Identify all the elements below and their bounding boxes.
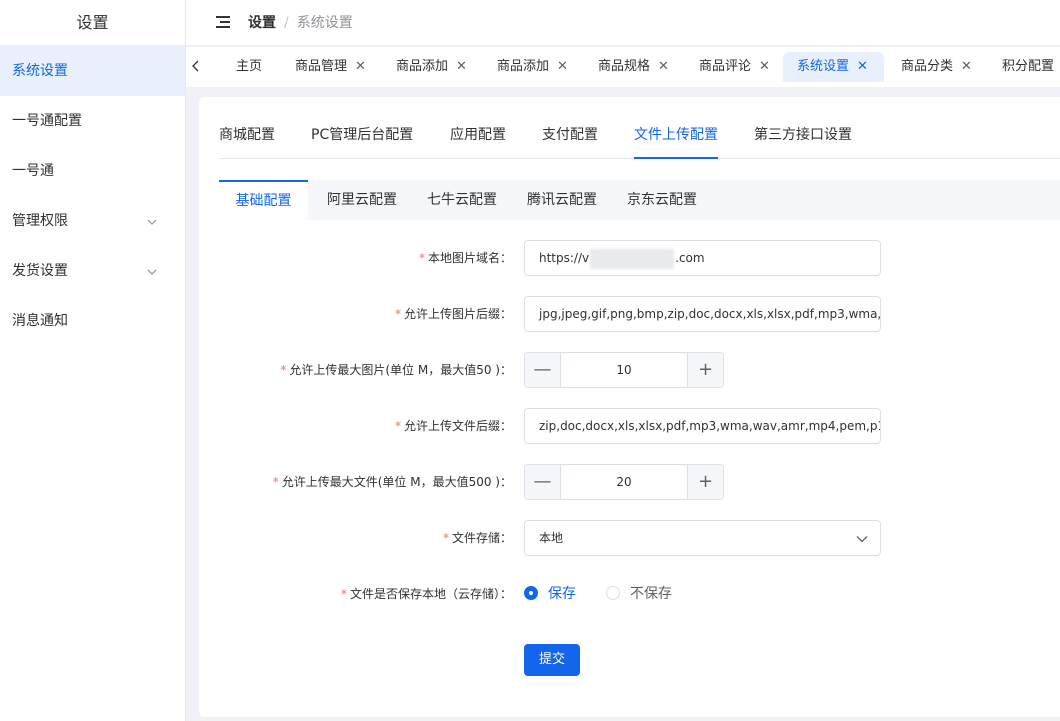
tab-third-party-api[interactable]: 第三方接口设置	[754, 115, 852, 159]
tab-mall-config[interactable]: 商城配置	[219, 115, 275, 159]
form-row-max-image: * 允许上传最大图片(单位 M，最大值50 )： — 10 +	[199, 352, 1060, 388]
tab-points-config[interactable]: 积分配置✕	[988, 52, 1060, 82]
tab-label: 商品评论	[699, 59, 752, 74]
close-icon[interactable]: ✕	[961, 59, 972, 74]
file-ext-input[interactable]: zip,doc,docx,xls,xlsx,pdf,mp3,wma,wav,am…	[524, 408, 881, 444]
radio-save-label: 保存	[548, 586, 576, 602]
close-icon[interactable]: ✕	[557, 59, 568, 74]
form-row-save-local: * 文件是否保存本地（云存储）： 保存 不保存	[199, 576, 1060, 612]
tab-home[interactable]: 主页	[222, 52, 276, 82]
image-ext-label: * 允许上传图片后缀：	[394, 307, 512, 321]
tab-label: 商品添加	[396, 59, 449, 74]
increment-button[interactable]: +	[687, 465, 723, 499]
form-row-local-domain: * 本地图片域名： https://v .com	[199, 240, 1060, 276]
radio-checked-icon	[524, 586, 538, 600]
tab-label: 商品分类	[901, 59, 954, 74]
tab-system-settings[interactable]: 系统设置 ✕	[783, 52, 884, 82]
sidebar-item-label: 消息通知	[12, 313, 68, 329]
local-domain-label: * 本地图片域名：	[418, 251, 512, 265]
max-file-label: * 允许上传最大文件(单位 M，最大值500 )：	[272, 475, 512, 489]
file-ext-label: * 允许上传文件后缀：	[394, 419, 512, 433]
content-card: 商城配置 PC管理后台配置 应用配置 支付配置 文件上传配置 第三方接口设置 基…	[199, 97, 1060, 717]
sidebar-item-yihaotong[interactable]: 一号通	[0, 146, 185, 196]
tab-label: 商品添加	[497, 59, 550, 74]
sidebar: 设置 系统设置 一号通配置 一号通 管理权限 发货设置 消息通知	[0, 0, 186, 721]
tab-product-add[interactable]: 商品添加 ✕	[382, 52, 481, 82]
sidebar-item-label: 管理权限	[12, 213, 68, 229]
sidebar-title: 设置	[0, 0, 185, 46]
storage-label: * 文件存储：	[442, 531, 512, 545]
tab-app-config[interactable]: 应用配置	[450, 115, 506, 159]
max-image-value[interactable]: 10	[561, 353, 687, 387]
tab-label: 商品规格	[598, 59, 651, 74]
tab-product-management[interactable]: 商品管理 ✕	[281, 52, 380, 82]
submit-button[interactable]: 提交	[524, 644, 580, 676]
radio-save[interactable]: 保存	[524, 576, 576, 612]
tab-product-reviews[interactable]: 商品评论 ✕	[685, 52, 784, 82]
form-row-file-ext: * 允许上传文件后缀： zip,doc,docx,xls,xlsx,pdf,mp3…	[199, 408, 1060, 444]
save-local-label: * 文件是否保存本地（云存储）：	[340, 587, 512, 601]
sidebar-item-label: 一号通配置	[12, 113, 82, 129]
tab-file-upload-config[interactable]: 文件上传配置	[634, 115, 718, 159]
radio-not-save[interactable]: 不保存	[606, 576, 672, 612]
tabs-bar: 主页 商品管理 ✕ 商品添加 ✕ 商品添加 ✕ 商品规格 ✕ 商品评论 ✕ 系统设置 ✕ 商…	[186, 47, 1060, 87]
sidebar-item-label: 一号通	[12, 163, 54, 179]
sidebar-item-notifications[interactable]: 消息通知	[0, 296, 185, 346]
breadcrumb-current: 系统设置	[296, 15, 353, 31]
max-image-stepper: — 10 +	[524, 352, 724, 388]
max-file-stepper: — 20 +	[524, 464, 724, 500]
form-row-storage: * 文件存储： 本地	[199, 520, 1060, 556]
close-icon[interactable]: ✕	[658, 59, 669, 74]
tab-label: 系统设置	[797, 59, 850, 74]
decrement-button[interactable]: —	[525, 353, 561, 387]
chevron-down-icon	[147, 196, 157, 246]
sidebar-item-permissions[interactable]: 管理权限	[0, 196, 185, 246]
tab-jd-config[interactable]: 京东云配置	[627, 180, 697, 220]
breadcrumb-separator: /	[284, 15, 289, 31]
radio-unchecked-icon	[606, 586, 620, 600]
tab-label: 商品管理	[295, 59, 348, 74]
close-icon[interactable]: ✕	[355, 59, 366, 74]
sidebar-item-label: 发货设置	[12, 263, 68, 279]
close-icon[interactable]: ✕	[456, 59, 467, 74]
chevron-down-icon	[856, 521, 868, 555]
sidebar-item-label: 系统设置	[12, 63, 68, 79]
decrement-button[interactable]: —	[525, 465, 561, 499]
image-ext-input[interactable]: jpg,jpeg,gif,png,bmp,zip,doc,docx,xls,xl…	[524, 296, 881, 332]
tab-product-category[interactable]: 商品分类 ✕	[887, 52, 986, 82]
chevron-down-icon	[147, 246, 157, 296]
config-tabs: 商城配置 PC管理后台配置 应用配置 支付配置 文件上传配置 第三方接口设置	[219, 115, 1060, 159]
local-domain-input[interactable]: https://v .com	[524, 240, 881, 276]
radio-not-save-label: 不保存	[630, 586, 672, 602]
redacted-text	[590, 248, 675, 269]
tab-tencent-config[interactable]: 腾讯云配置	[527, 180, 597, 220]
tab-payment-config[interactable]: 支付配置	[542, 115, 598, 159]
increment-button[interactable]: +	[687, 353, 723, 387]
tab-product-add-2[interactable]: 商品添加 ✕	[483, 52, 582, 82]
storage-select[interactable]: 本地	[524, 520, 881, 556]
tab-product-specs[interactable]: 商品规格 ✕	[584, 52, 683, 82]
storage-select-value: 本地	[539, 531, 564, 545]
storage-tabs: 基础配置 阿里云配置 七牛云配置 腾讯云配置 京东云配置	[219, 180, 1060, 220]
header: 设置 / 系统设置	[186, 0, 1060, 46]
tab-qiniu-config[interactable]: 七牛云配置	[427, 180, 497, 220]
breadcrumb: 设置 / 系统设置	[248, 0, 353, 46]
max-image-label: * 允许上传最大图片(单位 M，最大值50 )：	[280, 363, 512, 377]
sidebar-item-system-settings[interactable]: 系统设置	[0, 46, 185, 96]
close-icon[interactable]: ✕	[857, 59, 868, 74]
close-icon[interactable]: ✕	[759, 59, 770, 74]
chevron-left-icon[interactable]	[186, 47, 206, 87]
tab-basic-config[interactable]: 基础配置	[219, 180, 308, 220]
menu-fold-icon[interactable]	[216, 15, 232, 29]
tab-pc-admin-config[interactable]: PC管理后台配置	[311, 115, 413, 159]
form-row-image-ext: * 允许上传图片后缀： jpg,jpeg,gif,png,bmp,zip,doc,…	[199, 296, 1060, 332]
sidebar-item-yihaotong-config[interactable]: 一号通配置	[0, 96, 185, 146]
sidebar-item-shipping[interactable]: 发货设置	[0, 246, 185, 296]
form-row-max-file: * 允许上传最大文件(单位 M，最大值500 )： — 20 +	[199, 464, 1060, 500]
tab-label: 主页	[236, 59, 263, 74]
max-file-value[interactable]: 20	[561, 465, 687, 499]
tab-aliyun-config[interactable]: 阿里云配置	[327, 180, 397, 220]
breadcrumb-parent[interactable]: 设置	[248, 15, 276, 31]
tab-label: 积分配置	[1002, 59, 1055, 74]
